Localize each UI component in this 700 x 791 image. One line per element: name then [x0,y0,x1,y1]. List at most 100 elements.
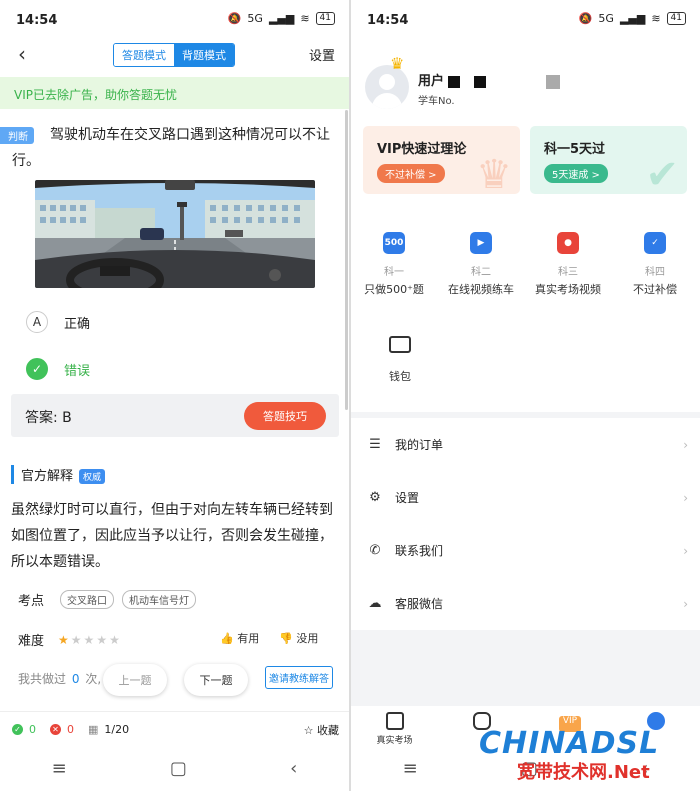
feature-grid: 500 科一 只做500⁺题 ▶ 科二 在线视频练车 ● 科三 真实考场视频 ✓… [351,210,700,412]
chevron-right-icon: › [683,437,688,452]
useless-button[interactable]: 👎 没用 [279,630,318,646]
chevron-right-icon: › [683,596,688,611]
network-label: 5G [598,12,614,25]
settings-button[interactable]: 设置 [309,45,335,64]
section-title: 官方解释 权威 [11,465,106,484]
wrong-count: 0 [67,723,74,736]
question-text: 驾驶机动车在交叉路口遇到这种情况可以不让行。 [12,127,330,169]
correct-icon: ✓ [12,724,23,735]
battery-icon: 41 [315,12,335,25]
thumbs-up-icon: 👍 [220,632,234,645]
invite-coach-button[interactable]: 邀请教练解答 [265,666,333,689]
authority-badge: 权威 [79,469,106,484]
wifi-icon: ≋ [300,12,310,25]
menu-nav-icon[interactable]: ≡ [403,758,418,779]
k1-card[interactable]: 科一5天过 5天速成 > ✔ [530,126,687,194]
question-type-badge: 判断 [0,127,34,144]
difficulty-stars: ★★★★★ [58,633,122,647]
thumbs-down-icon: 👎 [279,632,293,645]
feature-wallet[interactable]: 钱包 [357,336,443,384]
menu-item-wechat[interactable]: ☁ 客服微信 › [351,577,700,630]
wrong-icon: ✕ [50,724,61,735]
chevron-right-icon: › [683,490,688,505]
chevron-right-icon: › [683,543,688,558]
video-camera-icon: ● [557,232,579,254]
option-b-text: 错误 [64,363,91,379]
watermark-sub: 宽带技术网.Net [517,762,650,783]
next-button[interactable]: 下一题 [184,664,248,696]
k1-card-button[interactable]: 5天速成 > [544,164,608,183]
star-icon: ★ [83,632,97,647]
user-subtitle: 学车No. [418,96,455,107]
prev-button[interactable]: 上一题 [103,664,167,696]
right-screen: 14:54 🔕 5G ▂▄▆ ≋ 41 ♛ 用户 学车No. VIP快速过理论 不过补偿… [351,0,700,791]
signal-icon: ▂▄▆ [619,12,646,25]
menu-item-settings[interactable]: ⚙ 设置 › [351,471,700,524]
status-time: 14:54 [16,13,58,28]
menu-item-orders[interactable]: ☰ 我的订单 › [351,418,700,471]
keypoints: 考点 交叉路口 机动车信号灯 [18,590,197,609]
phone-icon: ✆ [369,543,381,558]
k1-500-icon: 500 [383,232,405,254]
answer-text: 答案: B [25,410,72,426]
option-a-key: A [26,311,48,333]
crown-deco-icon: ♛ [476,152,512,194]
username[interactable]: 用户 [418,70,561,89]
scrollbar[interactable] [345,110,348,410]
star-icon: ★ [58,632,71,647]
menu-nav-icon[interactable]: ≡ [52,758,67,779]
answer-sheet-button[interactable]: ▦ 1/20 [88,723,129,736]
keypoint-label: 考点 [18,594,45,609]
home-nav-icon[interactable]: ▢ [170,758,187,779]
shield-check-icon: ✓ [644,232,666,254]
explanation-text: 虽然绿灯时可以直行，但由于对向左转车辆已经转到如图位置了，因此应当予以让行，否则… [11,502,333,570]
mode-switch: 答题模式 背题模式 [113,43,235,67]
menu-item-contact[interactable]: ✆ 联系我们 › [351,524,700,577]
option-b[interactable]: ✓ 错误 [26,358,90,380]
star-outline-icon: ☆ [303,723,314,737]
feature-k1[interactable]: 500 科一 只做500⁺题 [351,232,437,297]
difficulty: 难度 ★★★★★ [18,630,122,650]
done-count: 我共做过 0 次, [18,672,102,686]
wechat-icon: ☁ [368,596,382,611]
answer-stats-bar: ✓ 0 ✕ 0 ▦ 1/20 ☆ 收藏 [0,711,349,747]
answer-tips-button[interactable]: 答题技巧 [244,402,326,430]
star-icon: ★ [70,632,84,647]
vip-card-button[interactable]: 不过补偿 > [377,164,445,183]
keypoint-tag[interactable]: 交叉路口 [60,590,115,609]
tab-answer-mode[interactable]: 答题模式 [114,44,174,66]
star-icon: ★ [109,632,122,647]
play-icon: ▶ [470,232,492,254]
vip-card[interactable]: VIP快速过理论 不过补偿 > ♛ [363,126,520,194]
left-screen: 14:54 🔕 5G ▂▄▆ ≋ 41 ‹ 答题模式 背题模式 设置 VIP已去除广告，… [0,0,349,791]
network-label: 5G [247,12,263,25]
useful-button[interactable]: 👍 有用 [220,630,259,646]
correct-count: 0 [29,723,36,736]
mute-icon: 🔕 [578,12,593,25]
watermark: CHINADSL 宽带技术网.Net [469,726,699,786]
feature-k2[interactable]: ▶ 科二 在线视频练车 [438,232,524,297]
back-nav-icon[interactable]: ‹ [290,758,297,779]
tab-recite-mode[interactable]: 背题模式 [174,44,234,66]
wallet-icon [389,336,411,353]
favorite-button[interactable]: ☆ 收藏 [304,722,339,738]
watermark-brand: CHINADSL [479,726,660,761]
wifi-icon: ≋ [651,12,661,25]
system-nav-bar: ≡ ▢ ‹ [0,745,349,791]
difficulty-label: 难度 [18,634,45,649]
monitor-icon [385,712,404,730]
back-icon[interactable]: ‹ [18,42,26,66]
question-image [35,180,315,288]
feature-k3[interactable]: ● 科三 真实考场视频 [525,232,611,297]
signal-icon: ▂▄▆ [268,12,295,25]
star-icon: ★ [96,632,110,647]
answer-box: 答案: B 答题技巧 [11,394,339,437]
feature-k4[interactable]: ✓ 科四 不过补偿 [612,232,698,297]
profile-header: ♛ 用户 学车No. VIP快速过理论 不过补偿 > ♛ 科一5天过 5天速成 … [351,40,700,210]
progress-text: 1/20 [104,723,130,736]
keypoint-tag[interactable]: 机动车信号灯 [122,590,197,609]
menu-list: ☰ 我的订单 › ⚙ 设置 › ✆ 联系我们 › ☁ 客服微信 › [351,418,700,630]
gear-icon: ⚙ [369,490,381,505]
mute-icon: 🔕 [227,12,242,25]
option-a[interactable]: A 正确 [26,311,90,333]
